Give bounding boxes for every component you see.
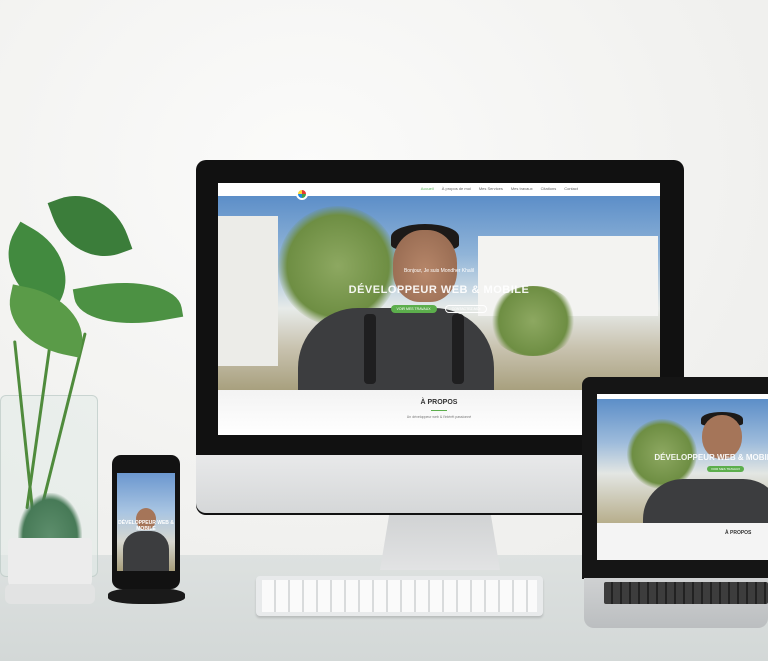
nav-item-quotes[interactable]: Citations (541, 186, 557, 191)
backpack-strap (364, 314, 376, 384)
phone-screen-website: DÉVELOPPEUR WEB & MOBILE (117, 473, 175, 571)
laptop-hero-title: DÉVELOPPEUR WEB & MOBILE (654, 453, 768, 462)
laptop-about-title: À PROPOS (725, 530, 752, 536)
site-menu: Accueil À propos de moi Mes Services Mes… (421, 186, 578, 191)
plant-pot (8, 538, 92, 590)
phone-hero-title: DÉVELOPPEUR WEB & MOBILE (118, 520, 174, 532)
laptop-hero-section: DÉVELOPPEUR WEB & MOBILE VOIR MES TRAVAU… (597, 399, 768, 527)
nav-item-services[interactable]: Mes Services (479, 186, 503, 191)
backpack-strap (452, 314, 464, 384)
hero-title: DÉVELOPPEUR WEB & MOBILE (348, 284, 530, 296)
imac-stand (380, 512, 500, 570)
laptop-hero-person-body (643, 479, 768, 527)
laptop-keyboard (604, 582, 768, 604)
hero-person-body (298, 308, 494, 400)
hero-subtitle: Bonjour, Je suis Mondher Khalil (403, 268, 475, 274)
plant-pot-saucer (5, 584, 95, 604)
phone-dock (108, 588, 185, 604)
phone-hero-person-body (123, 531, 169, 571)
nav-item-work[interactable]: Mes travaux (511, 186, 533, 191)
laptop-screen-website: DÉVELOPPEUR WEB & MOBILE VOIR MES TRAVAU… (597, 394, 768, 560)
view-work-button[interactable]: VOIR MES TRAVAUX (390, 305, 437, 313)
contact-button[interactable]: CONTACTEZ-MOI (444, 305, 488, 313)
logo-icon[interactable] (296, 188, 308, 200)
nav-item-home[interactable]: Accueil (421, 186, 434, 191)
site-navbar: Accueil À propos de moi Mes Services Mes… (218, 183, 660, 200)
laptop-about-section: À PROPOS (597, 523, 768, 560)
succulent (18, 493, 82, 541)
hero-buttons: VOIR MES TRAVAUX CONTACTEZ-MOI (218, 305, 660, 313)
nav-item-about[interactable]: À propos de moi (442, 186, 471, 191)
about-divider (431, 410, 447, 411)
hero-background-tree (488, 286, 578, 356)
keyboard-keys (262, 580, 537, 612)
laptop-view-work-button[interactable]: VOIR MES TRAVAUX (707, 466, 745, 472)
nav-item-contact[interactable]: Contact (564, 186, 578, 191)
hero-section: Bonjour, Je suis Mondher Khalil DÉVELOPP… (218, 196, 660, 400)
